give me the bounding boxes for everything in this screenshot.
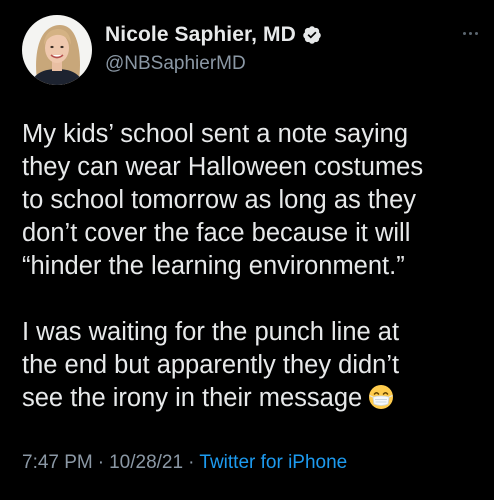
display-name[interactable]: Nicole Saphier, MD [105,23,296,47]
avatar[interactable] [22,15,92,85]
author-name-row: Nicole Saphier, MD [105,23,322,47]
tweet-source-link[interactable]: Twitter for iPhone [199,452,347,474]
tweet-meta: 7:47 PM · 10/28/21 · Twitter for iPhone [22,452,347,474]
tweet-date[interactable]: 10/28/21 [109,452,183,474]
verified-badge-icon [302,25,322,45]
meta-separator-2: · [188,452,195,473]
tweet-card: Nicole Saphier, MD @NBSaphierMD My kids’… [0,0,494,500]
tweet-text-paragraph-1: My kids’ school sent a note saying they … [22,120,424,280]
tweet-time[interactable]: 7:47 PM [22,452,93,474]
author-handle[interactable]: @NBSaphierMD [105,53,246,75]
meta-separator: · [97,452,105,473]
medical-mask-emoji-icon [368,384,394,419]
tweet-text-paragraph-2: I was waiting for the punch line at the … [22,316,482,419]
tweet-text-paragraph-2-text: I was waiting for the punch line at the … [22,318,400,412]
more-options-icon[interactable] [463,32,478,35]
